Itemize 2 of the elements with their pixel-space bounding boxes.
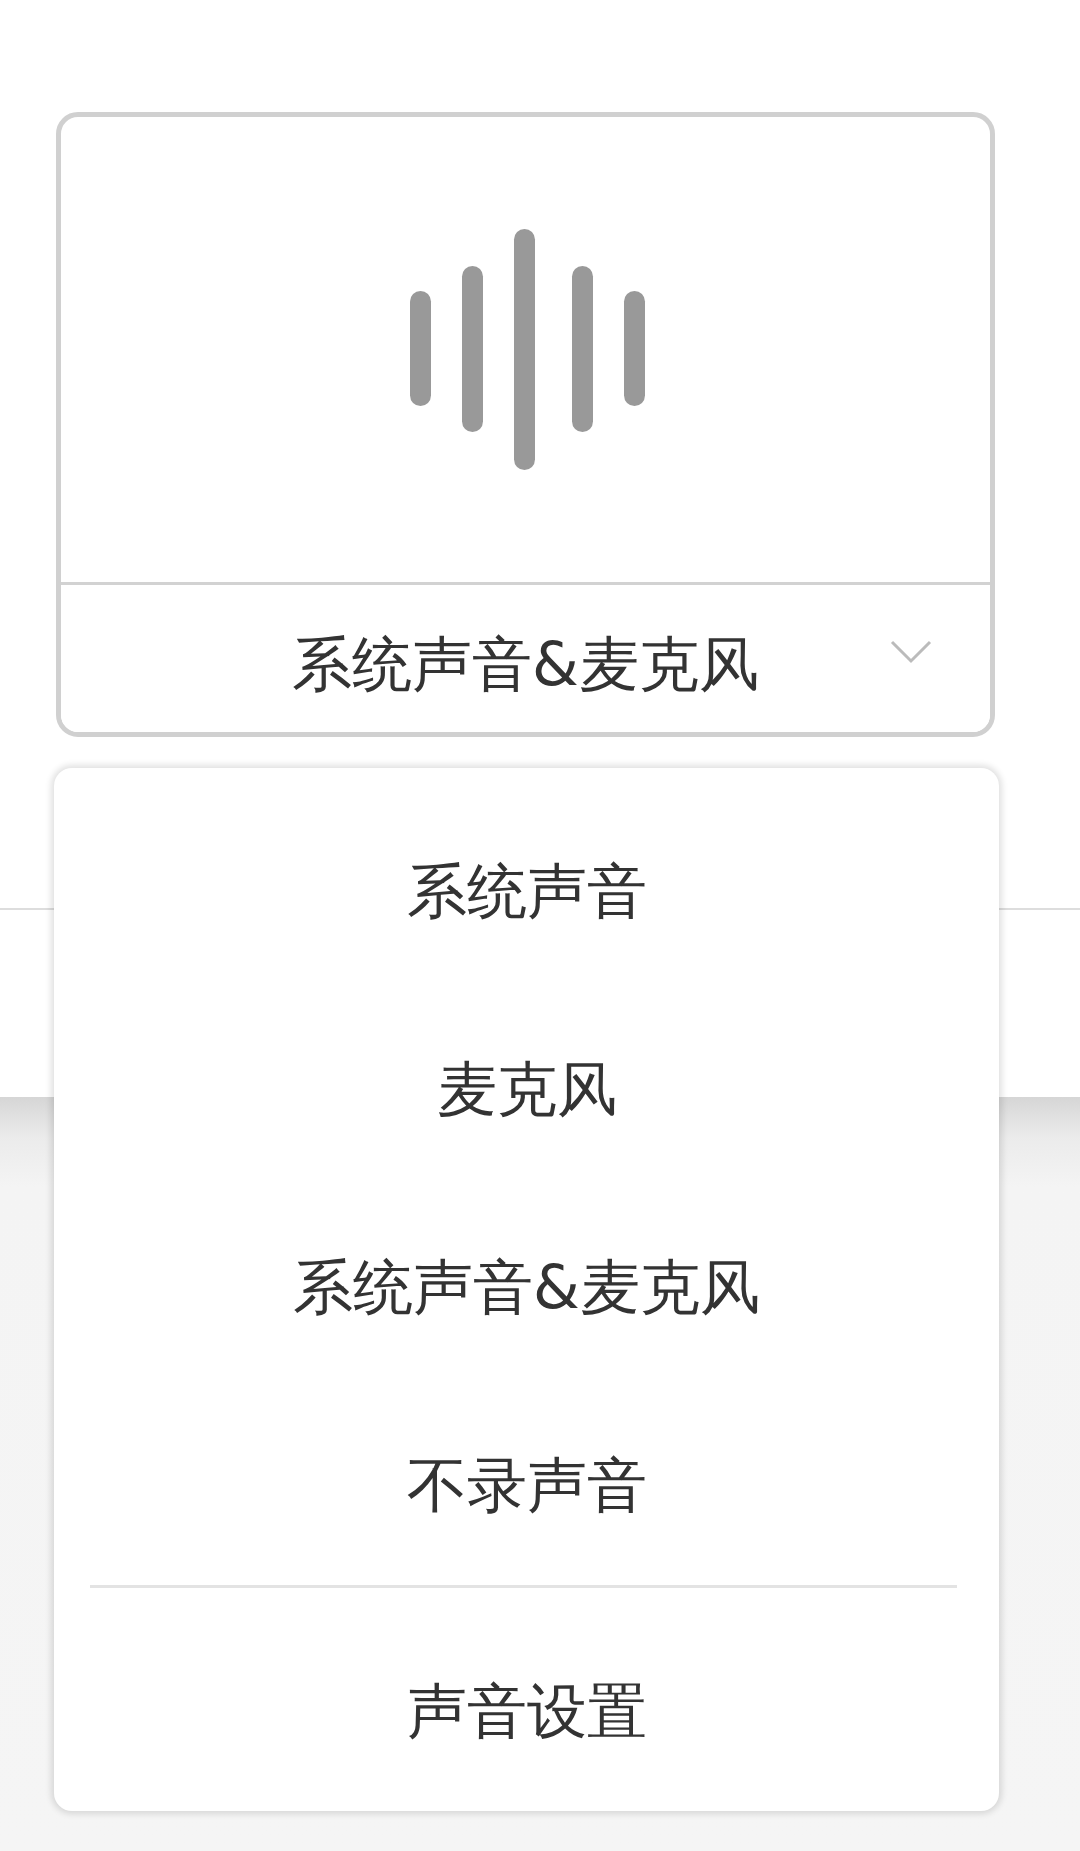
chevron-down-icon bbox=[890, 639, 932, 664]
waveform-icon bbox=[409, 229, 646, 470]
